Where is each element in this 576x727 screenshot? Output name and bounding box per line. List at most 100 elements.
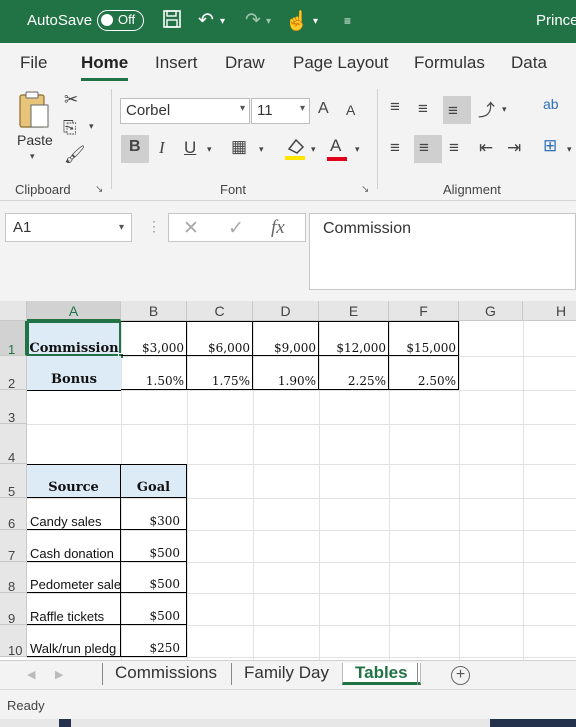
- row-header-6[interactable]: 6: [0, 498, 27, 531]
- add-sheet-icon[interactable]: +: [451, 666, 470, 685]
- cell-row1-value[interactable]: $15,000: [389, 321, 459, 356]
- cell-row2-value[interactable]: 1.50%: [121, 356, 187, 390]
- column-header-b[interactable]: B: [121, 301, 187, 321]
- cell-row1-value[interactable]: $3,000: [121, 321, 187, 356]
- cell-goal-header[interactable]: Goal: [121, 464, 187, 498]
- italic-button[interactable]: I: [159, 138, 165, 158]
- column-header-f[interactable]: F: [389, 301, 459, 321]
- cell-goal[interactable]: $500: [121, 562, 187, 593]
- merge-dropdown-icon[interactable]: ▾: [567, 144, 572, 155]
- cell-source-header[interactable]: Source: [27, 464, 121, 498]
- orientation-icon[interactable]: ⤴: [478, 96, 495, 121]
- align-center-icon[interactable]: ≡: [419, 138, 429, 158]
- paste-label[interactable]: Paste: [17, 132, 53, 148]
- font-color-icon[interactable]: A: [330, 136, 341, 156]
- fill-color-icon[interactable]: [285, 135, 307, 166]
- row-header-9[interactable]: 9: [0, 593, 27, 626]
- font-color-dropdown-icon[interactable]: ▾: [355, 144, 360, 155]
- select-all-corner[interactable]: [0, 301, 27, 321]
- column-header-a[interactable]: A: [27, 301, 121, 321]
- merge-center-icon[interactable]: ⊞: [543, 136, 557, 156]
- align-left-icon[interactable]: ≡: [390, 138, 400, 158]
- align-top-icon[interactable]: ≡: [390, 97, 400, 117]
- insert-function-icon[interactable]: fx: [271, 217, 285, 239]
- row-header-7[interactable]: 7: [0, 530, 27, 563]
- cell-source[interactable]: Raffle tickets: [27, 593, 121, 625]
- undo-icon[interactable]: ↶: [198, 9, 214, 32]
- cell-a2[interactable]: Bonus: [27, 356, 121, 390]
- tab-file[interactable]: File: [20, 53, 47, 73]
- tab-formulas[interactable]: Formulas: [414, 53, 485, 73]
- column-header-d[interactable]: D: [253, 301, 319, 321]
- cell-row2-value[interactable]: 2.50%: [389, 356, 459, 390]
- borders-dropdown-icon[interactable]: ▾: [259, 144, 264, 155]
- cell-row2-value[interactable]: 1.90%: [253, 356, 319, 390]
- increase-font-icon[interactable]: A: [318, 100, 329, 118]
- fill-color-dropdown-icon[interactable]: ▾: [311, 144, 316, 155]
- tab-insert[interactable]: Insert: [155, 53, 198, 73]
- row-header-4[interactable]: 4: [0, 424, 27, 465]
- align-right-icon[interactable]: ≡: [449, 138, 459, 158]
- cell-goal[interactable]: $300: [121, 498, 187, 530]
- save-icon[interactable]: [162, 9, 182, 35]
- touch-dropdown-icon[interactable]: ▾: [313, 16, 318, 27]
- column-header-g[interactable]: G: [459, 301, 523, 321]
- cell-source[interactable]: Walk/run pledg: [27, 625, 121, 657]
- sheet-tab-tables[interactable]: Tables: [342, 663, 421, 685]
- tab-draw[interactable]: Draw: [225, 53, 265, 73]
- copy-icon[interactable]: ⎘: [63, 118, 77, 138]
- scroll-right-icon[interactable]: ▶: [55, 668, 63, 681]
- customize-toolbar-icon[interactable]: ≡: [344, 14, 351, 28]
- underline-dropdown-icon[interactable]: ▾: [207, 144, 212, 155]
- cell-row1-value[interactable]: $12,000: [319, 321, 389, 356]
- orientation-dropdown-icon[interactable]: ▾: [502, 104, 507, 115]
- redo-dropdown-icon[interactable]: ▾: [266, 16, 271, 27]
- font-name-box[interactable]: Corbel ▾: [120, 98, 250, 124]
- paste-icon[interactable]: [17, 89, 51, 138]
- row-header-8[interactable]: 8: [0, 562, 27, 594]
- cell-source[interactable]: Pedometer sale: [27, 562, 121, 593]
- tab-page-layout[interactable]: Page Layout: [293, 53, 388, 73]
- cell-source[interactable]: Cash donation: [27, 530, 121, 562]
- font-launcher-icon[interactable]: ↘: [361, 184, 369, 195]
- row-header-5[interactable]: 5: [0, 464, 27, 499]
- column-header-e[interactable]: E: [319, 301, 389, 321]
- cell-row1-value[interactable]: $6,000: [187, 321, 253, 356]
- column-header-c[interactable]: C: [187, 301, 253, 321]
- copy-dropdown-icon[interactable]: ▾: [89, 121, 94, 132]
- column-header-h[interactable]: H: [523, 301, 576, 321]
- scroll-left-icon[interactable]: ◀: [27, 668, 35, 681]
- sheet-tab-commissions[interactable]: Commissions: [102, 663, 229, 685]
- clipboard-launcher-icon[interactable]: ↘: [95, 184, 103, 195]
- enter-icon[interactable]: ✓: [228, 217, 244, 240]
- row-header-3[interactable]: 3: [0, 390, 27, 425]
- cell-row2-value[interactable]: 1.75%: [187, 356, 253, 390]
- decrease-indent-icon[interactable]: ⇤: [479, 138, 493, 158]
- autosave-toggle[interactable]: Off: [97, 10, 144, 31]
- cell-goal[interactable]: $500: [121, 530, 187, 562]
- cell-source[interactable]: Candy sales: [27, 498, 121, 530]
- cut-icon[interactable]: ✂: [64, 90, 78, 110]
- bold-button[interactable]: B: [129, 138, 141, 156]
- formula-input[interactable]: Commission: [309, 213, 576, 290]
- sheet-tab-family-day[interactable]: Family Day: [231, 663, 341, 685]
- format-painter-icon[interactable]: 🖌: [64, 145, 86, 165]
- row-header-2[interactable]: 2: [0, 356, 27, 391]
- undo-dropdown-icon[interactable]: ▾: [220, 16, 225, 27]
- worksheet-grid[interactable]: A B C D E F G H 1 2 3 4 5 6 7 8 9 10 Commission Bonus $3,000…: [0, 301, 576, 660]
- tab-data[interactable]: Data: [511, 53, 547, 73]
- cell-row1-value[interactable]: $9,000: [253, 321, 319, 356]
- font-size-box[interactable]: 11 ▾: [251, 98, 310, 124]
- decrease-font-icon[interactable]: A: [346, 102, 355, 118]
- cell-goal[interactable]: $250: [121, 625, 187, 657]
- borders-icon[interactable]: ▦: [231, 137, 247, 157]
- cell-row2-value[interactable]: 2.25%: [319, 356, 389, 390]
- row-header-10[interactable]: 10: [0, 625, 27, 658]
- touch-mode-icon[interactable]: ☝: [285, 9, 309, 33]
- name-box[interactable]: A1 ▾: [5, 213, 132, 242]
- underline-button[interactable]: U: [184, 138, 196, 158]
- drag-handle-icon[interactable]: ⋮: [147, 218, 161, 235]
- cell-a1[interactable]: Commission: [27, 321, 121, 356]
- cell-goal[interactable]: $500: [121, 593, 187, 625]
- paste-dropdown-icon[interactable]: ▾: [30, 151, 35, 162]
